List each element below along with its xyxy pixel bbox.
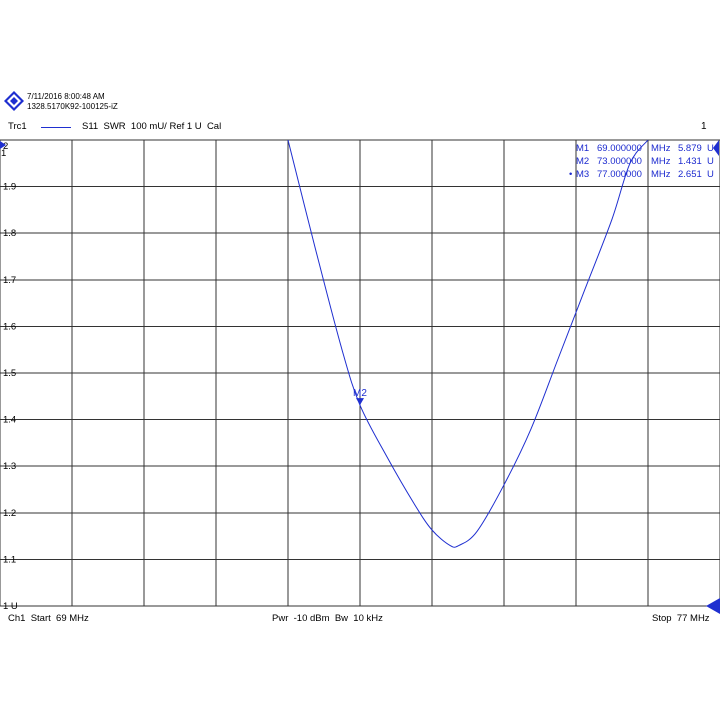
marker-info-value: 1.431 — [678, 156, 702, 167]
y-tick-label: 1.4 — [3, 415, 16, 426]
marker-m2-triangle-icon — [356, 398, 364, 406]
y-tick-label: 1.6 — [3, 321, 16, 332]
footer-start: Ch1 Start 69 MHz — [8, 613, 89, 624]
ref-arrow-right-icon — [713, 140, 719, 156]
y-tick-label: 1.2 — [3, 508, 16, 519]
marker-info-frequency: 77.000000 — [597, 169, 642, 180]
marker-m2-label: M2 — [353, 388, 367, 399]
marker-info-label: M3 — [576, 169, 589, 180]
marker-info-value-unit: U — [707, 169, 714, 180]
footer-stop: Stop 77 MHz — [652, 613, 710, 624]
swr-chart: 21.91.81.71.61.51.41.31.21.11 U1 M2 M1 69… — [0, 139, 720, 614]
swr-trace-line — [287, 139, 649, 548]
marker-info-label: M2 — [576, 156, 589, 167]
marker-info-value: 2.651 — [678, 169, 702, 180]
y-tick-label: 1.1 — [3, 554, 16, 565]
y-tick-label: 1.7 — [3, 275, 16, 286]
y-tick-label: 1.9 — [3, 182, 16, 193]
marker-info-frequency: 69.000000 — [597, 143, 642, 154]
marker-active-dot: • — [569, 169, 572, 180]
marker-info-frequency: 73.000000 — [597, 156, 642, 167]
marker-info-freq-unit: MHz — [651, 156, 671, 167]
trace-group — [287, 139, 649, 548]
marker-info-value-unit: U — [707, 156, 714, 167]
marker-info-freq-unit: MHz — [651, 143, 671, 154]
marker-info-value-unit: U — [707, 143, 714, 154]
marker-info-freq-unit: MHz — [651, 169, 671, 180]
y-tick-label: 1.8 — [3, 228, 16, 239]
reference-level-label: 1 — [1, 148, 6, 159]
marker-info-label: M1 — [576, 143, 589, 154]
markers-group: M2 — [353, 388, 367, 406]
y-tick-label: 1 U — [3, 601, 18, 612]
y-tick-label: 1.3 — [3, 461, 16, 472]
marker-info-value: 5.879 — [678, 143, 702, 154]
stop-arrow-icon — [706, 598, 720, 614]
grid — [0, 139, 720, 607]
y-tick-label: 1.5 — [3, 368, 16, 379]
footer-settings: Pwr -10 dBm Bw 10 kHz — [272, 613, 383, 624]
marker-info-box: M1 69.000000 MHz 5.879 U M2 73.000000 MHz 1.431 U… — [569, 143, 714, 180]
